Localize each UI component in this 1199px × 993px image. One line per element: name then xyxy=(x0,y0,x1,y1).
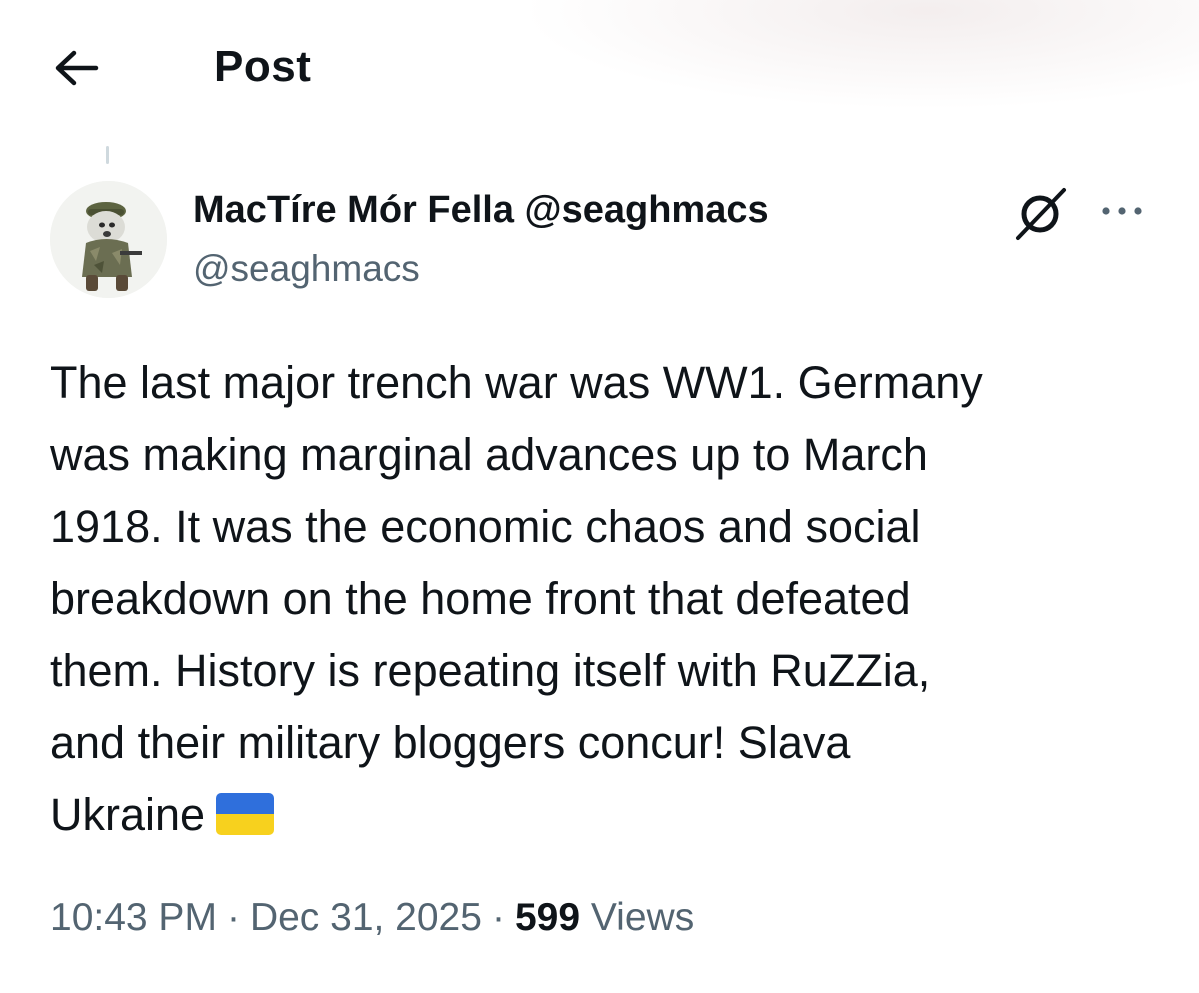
thread-connector-line xyxy=(106,146,109,164)
author-display-name[interactable]: MacTíre Mór Fella @seaghmacs xyxy=(193,184,769,236)
grok-icon[interactable] xyxy=(1010,182,1072,244)
more-dots-icon[interactable] xyxy=(1098,196,1146,226)
page-title: Post xyxy=(214,42,312,91)
post-date[interactable]: Dec 31, 2025 xyxy=(250,896,482,939)
back-button[interactable] xyxy=(50,44,102,92)
dog-avatar-image xyxy=(50,181,167,298)
top-bar: Post xyxy=(0,0,1199,130)
separator-dot: · xyxy=(226,896,240,939)
post-body: The last major trench war was WW1. Germa… xyxy=(50,347,1150,851)
author-handle[interactable]: @seaghmacs xyxy=(193,244,420,294)
post-text-line: was making marginal advances up to March xyxy=(50,429,928,480)
avatar[interactable] xyxy=(50,181,167,298)
ukraine-flag-emoji xyxy=(216,793,275,835)
post-text-line: The last major trench war was WW1. Germa… xyxy=(50,357,983,408)
post-text-line: breakdown on the home front that defeate… xyxy=(50,573,911,624)
separator-dot: · xyxy=(491,896,505,939)
views-count[interactable]: 599 xyxy=(515,896,580,939)
post-text-last-line: Ukraine xyxy=(50,779,1150,851)
views-label[interactable]: Views xyxy=(591,896,694,939)
header-background-glow xyxy=(520,0,1199,110)
post-text-line: and their military bloggers concur! Slav… xyxy=(50,717,851,768)
post-metadata: 10:43 PM · Dec 31, 2025 · 599 Views xyxy=(50,890,694,946)
post-text-line: them. History is repeating itself with R… xyxy=(50,645,931,696)
post-text-line: 1918. It was the economic chaos and soci… xyxy=(50,501,921,552)
post-time[interactable]: 10:43 PM xyxy=(50,896,217,939)
arrow-left-icon xyxy=(55,50,99,86)
post-text-line: Ukraine xyxy=(50,789,206,840)
